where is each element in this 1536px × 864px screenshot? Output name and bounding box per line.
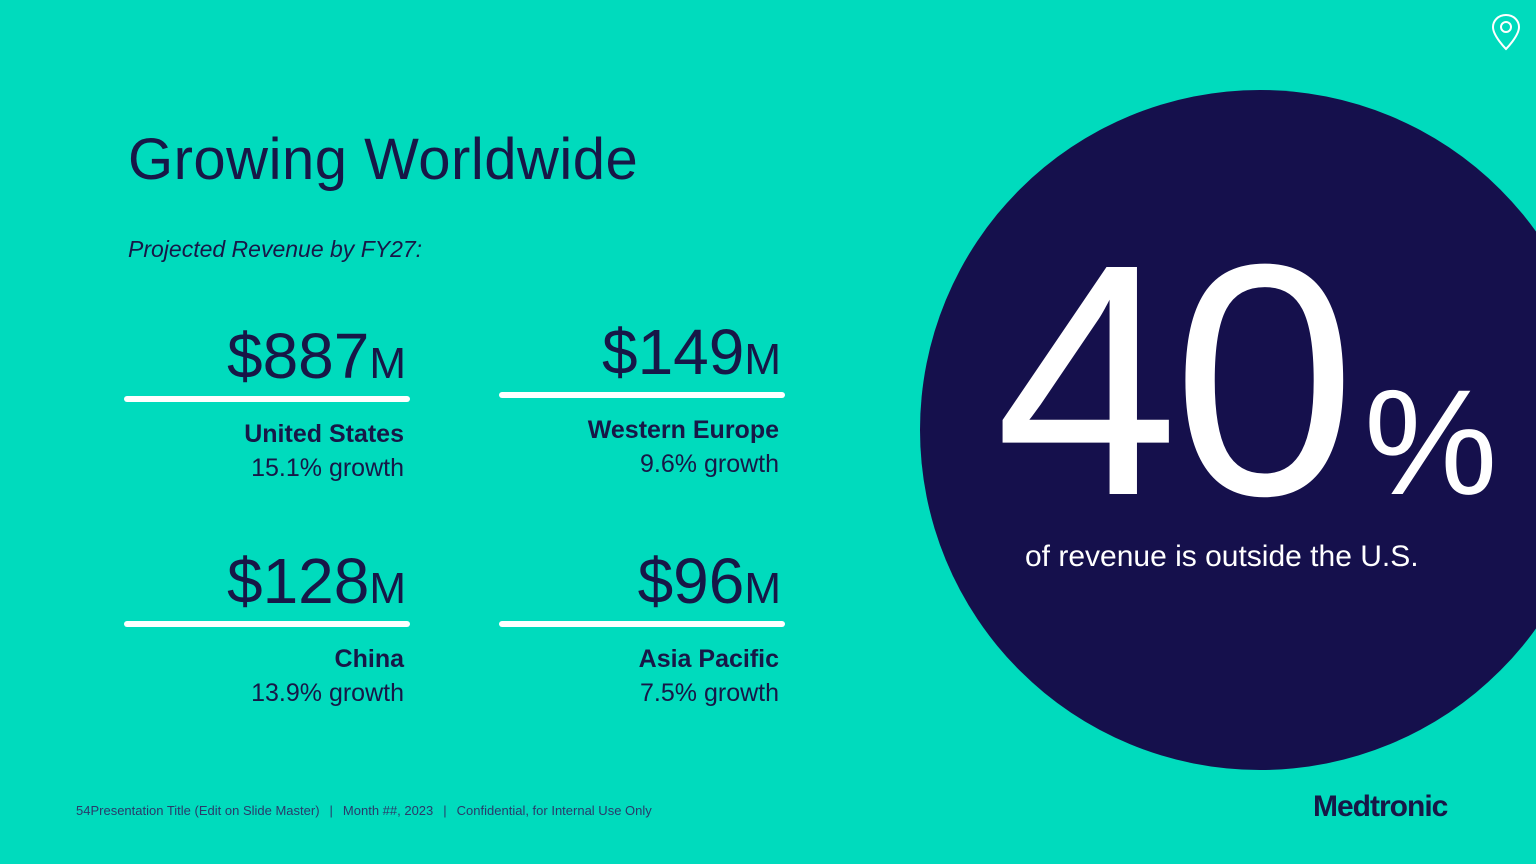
footer-separator: | [443, 803, 447, 818]
revenue-amount: $96M [637, 545, 781, 617]
growth-rate: 9.6% growth [640, 450, 779, 478]
slide-footer: 54Presentation Title (Edit on Slide Mast… [76, 803, 652, 818]
highlight-caption: of revenue is outside the U.S. [1025, 540, 1419, 573]
slide: Growing Worldwide Projected Revenue by F… [0, 0, 1536, 864]
region-name: Western Europe [587, 416, 779, 444]
divider-line [499, 621, 785, 627]
growth-rate: 15.1% growth [251, 454, 404, 482]
footer-date: Month ##, 2023 [342, 803, 434, 818]
footer-separator: | [329, 803, 333, 818]
region-name: Asia Pacific [638, 645, 779, 673]
location-pin-icon [1491, 13, 1521, 51]
slide-subtitle: Projected Revenue by FY27: [128, 236, 423, 262]
confidentiality-note: Confidential, for Internal Use Only [456, 803, 652, 818]
divider-line [499, 392, 785, 398]
region-name: United States [244, 420, 404, 448]
page-number: 54 [76, 803, 91, 818]
presentation-title: Presentation Title (Edit on Slide Master… [90, 803, 320, 818]
growth-rate: 7.5% growth [640, 679, 779, 707]
divider-line [124, 621, 410, 627]
slide-title: Growing Worldwide [128, 127, 639, 192]
divider-line [124, 396, 410, 402]
revenue-amount: $128M [226, 545, 406, 617]
region-name: China [334, 645, 404, 673]
medtronic-logo: Medtronic [1313, 790, 1448, 823]
revenue-amount: $887M [226, 320, 406, 392]
growth-rate: 13.9% growth [251, 679, 404, 707]
revenue-amount: $149M [601, 316, 781, 388]
